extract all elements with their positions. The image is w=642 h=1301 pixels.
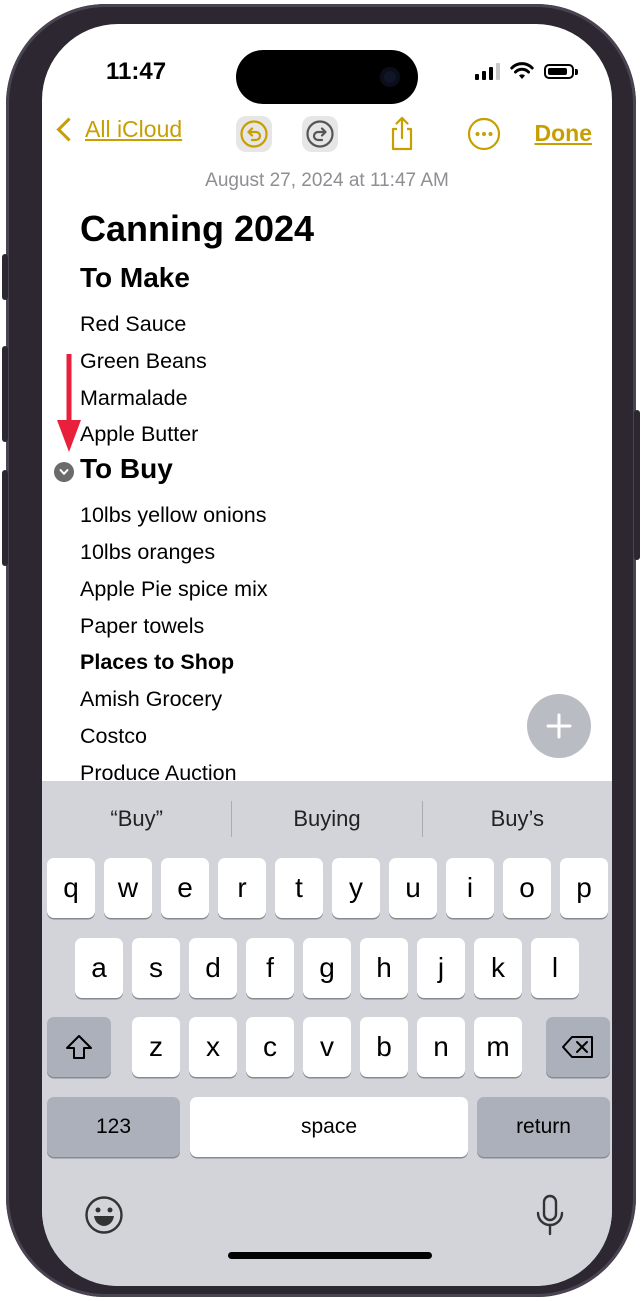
numbers-key[interactable]: 123 xyxy=(47,1097,180,1157)
notes-toolbar: All iCloud Done xyxy=(42,112,612,158)
red-arrow-annotation xyxy=(57,354,81,452)
delete-icon xyxy=(562,1036,593,1058)
emoji-button[interactable] xyxy=(82,1193,126,1237)
key-k[interactable]: k xyxy=(474,938,522,998)
return-key[interactable]: return xyxy=(477,1097,610,1157)
key-t[interactable]: t xyxy=(275,858,323,918)
key-p[interactable]: p xyxy=(560,858,608,918)
key-g[interactable]: g xyxy=(303,938,351,998)
add-icon xyxy=(546,713,572,739)
back-button[interactable]: All iCloud xyxy=(54,116,182,143)
key-f[interactable]: f xyxy=(246,938,294,998)
key-s[interactable]: s xyxy=(132,938,180,998)
key-d[interactable]: d xyxy=(189,938,237,998)
key-r[interactable]: r xyxy=(218,858,266,918)
key-y[interactable]: y xyxy=(332,858,380,918)
share-button[interactable] xyxy=(384,116,420,152)
key-o[interactable]: o xyxy=(503,858,551,918)
volume-up-button xyxy=(2,346,8,442)
keyboard: “Buy” Buying Buy’s q w e r t y u i o p a… xyxy=(42,781,612,1286)
collapse-section-button[interactable] xyxy=(54,462,74,482)
undo-button[interactable] xyxy=(236,116,272,152)
microphone-icon xyxy=(536,1194,564,1236)
more-icon xyxy=(467,117,501,151)
suggestion-item[interactable]: Buy’s xyxy=(423,781,612,857)
list-item: Paper towels xyxy=(80,613,205,638)
more-button[interactable] xyxy=(466,116,502,152)
home-indicator[interactable] xyxy=(228,1252,432,1259)
add-button[interactable] xyxy=(527,694,591,758)
signal-icon xyxy=(475,62,500,80)
suggestion-item[interactable]: “Buy” xyxy=(42,781,231,857)
key-u[interactable]: u xyxy=(389,858,437,918)
key-z[interactable]: z xyxy=(132,1017,180,1077)
section-heading-to-buy: To Buy xyxy=(80,453,173,485)
key-h[interactable]: h xyxy=(360,938,408,998)
list-item: 10lbs oranges xyxy=(80,539,216,564)
suggestion-item[interactable]: Buying xyxy=(232,781,421,857)
screen: 11:47 All iCloud Done August 27, 2024 at… xyxy=(42,24,612,1286)
key-m[interactable]: m xyxy=(474,1017,522,1077)
done-button[interactable]: Done xyxy=(535,120,593,147)
key-c[interactable]: c xyxy=(246,1017,294,1077)
key-i[interactable]: i xyxy=(446,858,494,918)
section-heading-to-make: To Make xyxy=(80,262,190,293)
battery-icon xyxy=(544,63,578,79)
back-label: All iCloud xyxy=(85,116,183,142)
phone-frame: 11:47 All iCloud Done August 27, 2024 at… xyxy=(6,4,636,1297)
delete-key[interactable] xyxy=(546,1017,610,1077)
collapse-chevron-icon xyxy=(59,469,69,475)
chevron-left-icon xyxy=(56,117,81,142)
side-button xyxy=(634,410,640,560)
key-v[interactable]: v xyxy=(303,1017,351,1077)
list-item: Apple Butter xyxy=(80,422,199,447)
key-l[interactable]: l xyxy=(531,938,579,998)
key-j[interactable]: j xyxy=(417,938,465,998)
places-heading: Places to Shop xyxy=(80,650,235,675)
emoji-icon xyxy=(85,1196,123,1234)
key-w[interactable]: w xyxy=(104,858,152,918)
action-button xyxy=(2,254,8,300)
status-time: 11:47 xyxy=(106,58,167,85)
suggestion-bar: “Buy” Buying Buy’s xyxy=(42,781,612,857)
volume-down-button xyxy=(2,470,8,566)
key-a[interactable]: a xyxy=(75,938,123,998)
dynamic-island xyxy=(236,50,418,104)
list-item: Apple Pie spice mix xyxy=(80,576,268,601)
redo-button[interactable] xyxy=(302,116,338,152)
key-b[interactable]: b xyxy=(360,1017,408,1077)
note-body[interactable]: Canning 2024 To Make Red Sauce Green Bea… xyxy=(80,206,600,792)
key-n[interactable]: n xyxy=(417,1017,465,1077)
dictation-button[interactable] xyxy=(528,1193,572,1237)
share-icon xyxy=(391,116,413,151)
key-e[interactable]: e xyxy=(161,858,209,918)
wifi-icon xyxy=(510,62,534,79)
key-x[interactable]: x xyxy=(189,1017,237,1077)
redo-icon xyxy=(306,120,334,148)
list-item: 10lbs yellow onions xyxy=(80,503,267,528)
shift-key[interactable] xyxy=(47,1017,111,1077)
space-key[interactable]: space xyxy=(190,1097,468,1157)
list-item: Costco xyxy=(80,723,147,748)
list-item: Green Beans xyxy=(80,348,207,373)
status-icons xyxy=(475,62,578,80)
note-date: August 27, 2024 at 11:47 AM xyxy=(205,170,449,191)
shift-icon xyxy=(66,1035,92,1059)
key-q[interactable]: q xyxy=(47,858,95,918)
undo-icon xyxy=(240,120,268,148)
list-item: Amish Grocery xyxy=(80,687,223,712)
note-title: Canning 2024 xyxy=(80,208,315,249)
list-item: Red Sauce xyxy=(80,312,187,336)
list-item: Marmalade xyxy=(80,385,188,410)
